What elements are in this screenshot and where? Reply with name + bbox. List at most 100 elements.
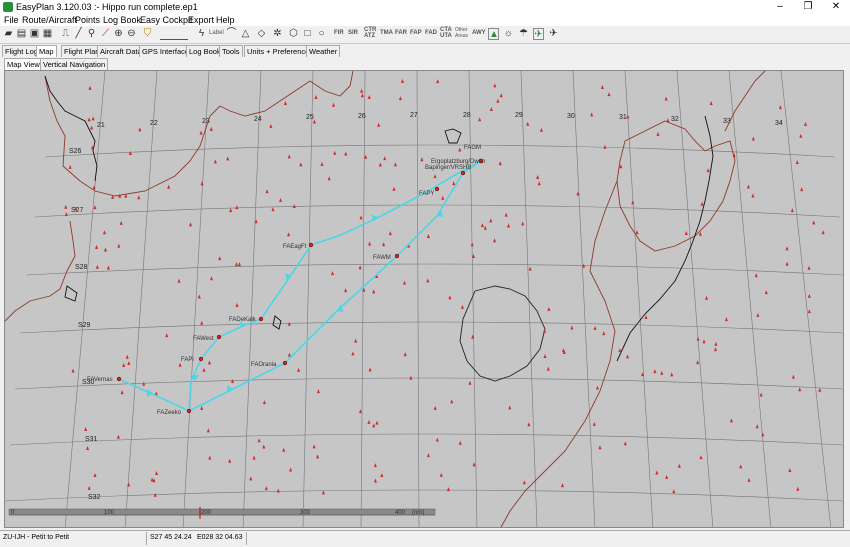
airfield-marker[interactable]: [508, 405, 512, 410]
airfield-marker[interactable]: [375, 420, 379, 425]
route-leg[interactable]: [118, 378, 190, 412]
airfield-marker[interactable]: [755, 424, 759, 429]
airfield-marker[interactable]: [213, 159, 217, 164]
airfield-marker[interactable]: [372, 423, 376, 428]
airfield-marker[interactable]: [165, 333, 169, 338]
airfield-marker[interactable]: [483, 225, 487, 230]
airfield-marker[interactable]: [383, 156, 387, 161]
waypoint-dot[interactable]: [186, 408, 192, 414]
zoom-in-icon[interactable]: ⊕: [113, 28, 124, 40]
airfield-marker[interactable]: [116, 434, 120, 439]
airfield-marker[interactable]: [271, 207, 275, 212]
airfield-marker[interactable]: [199, 130, 203, 135]
airfield-marker[interactable]: [202, 367, 206, 372]
airfield-marker[interactable]: [287, 154, 291, 159]
airfield-marker[interactable]: [644, 314, 648, 319]
airfield-marker[interactable]: [331, 271, 335, 276]
route-leg[interactable]: [188, 160, 482, 412]
airfield-marker[interactable]: [458, 440, 462, 445]
tab-weather[interactable]: Weather: [306, 45, 341, 57]
airfield-marker[interactable]: [804, 121, 808, 126]
airfield-marker[interactable]: [756, 312, 760, 317]
airfield-marker[interactable]: [229, 207, 233, 212]
airfield-marker[interactable]: [95, 264, 99, 269]
airfield-marker[interactable]: [785, 261, 789, 266]
airfield-marker[interactable]: [321, 490, 325, 495]
airfield-marker[interactable]: [607, 92, 611, 97]
airfield-marker[interactable]: [398, 96, 402, 101]
airfield-marker[interactable]: [292, 204, 296, 209]
airfield-marker[interactable]: [764, 290, 768, 295]
airfield-marker[interactable]: [489, 107, 493, 112]
airfield-marker[interactable]: [696, 360, 700, 365]
print-icon[interactable]: ▤: [16, 28, 27, 40]
airfield-marker[interactable]: [226, 156, 230, 161]
airfield-marker[interactable]: [656, 131, 660, 136]
airfield-marker[interactable]: [660, 370, 664, 375]
airfield-marker[interactable]: [393, 162, 397, 167]
airfield-marker[interactable]: [276, 488, 280, 493]
waypoint-dot[interactable]: [308, 242, 314, 248]
airfield-marker[interactable]: [378, 162, 382, 167]
airfield-marker[interactable]: [289, 467, 293, 472]
airfield-marker[interactable]: [218, 256, 222, 261]
airfield-marker[interactable]: [818, 387, 822, 392]
airfield-marker[interactable]: [84, 427, 88, 432]
airfield-marker[interactable]: [128, 151, 132, 156]
airfield-marker[interactable]: [595, 385, 599, 390]
airfield-marker[interactable]: [206, 428, 210, 433]
lightning-icon[interactable]: ϟ: [196, 28, 207, 40]
airfield-marker[interactable]: [539, 127, 543, 132]
profile-icon[interactable]: ⎍: [60, 28, 71, 40]
tab-map-view[interactable]: Map View: [4, 58, 43, 70]
airfield-marker[interactable]: [546, 366, 550, 371]
airfield-marker[interactable]: [200, 405, 204, 410]
airfield-marker[interactable]: [526, 121, 530, 126]
airfield-marker[interactable]: [478, 117, 482, 122]
airfield-marker[interactable]: [536, 174, 540, 179]
diamond-icon[interactable]: ◇: [256, 28, 267, 40]
airfield-marker[interactable]: [527, 422, 531, 427]
airfield-marker[interactable]: [320, 161, 324, 166]
fad-toggle[interactable]: FAD: [425, 30, 437, 36]
fap-toggle[interactable]: FAP: [410, 30, 422, 36]
airfield-marker[interactable]: [287, 232, 291, 237]
zoom-out-icon[interactable]: ⊖: [126, 28, 137, 40]
airfield-marker[interactable]: [751, 136, 755, 141]
airfield-marker[interactable]: [120, 390, 124, 395]
airfield-marker[interactable]: [480, 223, 484, 228]
tab-gps-interface[interactable]: GPS Interface: [139, 45, 193, 57]
waypoint-dot[interactable]: [216, 334, 222, 340]
airfield-marker[interactable]: [209, 276, 213, 281]
menu-file[interactable]: File: [4, 15, 19, 25]
tree-icon[interactable]: ▲: [488, 28, 499, 40]
airfield-marker[interactable]: [791, 374, 795, 379]
airfield-marker[interactable]: [312, 444, 316, 449]
airfield-marker[interactable]: [117, 243, 121, 248]
airfield-marker[interactable]: [86, 446, 90, 451]
airfield-marker[interactable]: [785, 246, 789, 251]
airfield-marker[interactable]: [537, 181, 541, 186]
airfield-marker[interactable]: [316, 389, 320, 394]
airfield-marker[interactable]: [788, 467, 792, 472]
gear-icon[interactable]: ✲: [272, 28, 283, 40]
menu-easy-cockpit[interactable]: Easy Cockpit: [140, 15, 193, 25]
airfield-marker[interactable]: [360, 93, 364, 98]
airfield-marker[interactable]: [754, 273, 758, 278]
sun-icon[interactable]: ☼: [503, 28, 514, 40]
fir-toggle[interactable]: FIR: [334, 30, 344, 36]
label-toggle[interactable]: Label: [209, 30, 224, 36]
save-icon[interactable]: ▣: [29, 28, 40, 40]
airfield-marker[interactable]: [812, 220, 816, 225]
ruler-icon[interactable]: [160, 28, 188, 40]
menu-export[interactable]: Export: [188, 15, 214, 25]
airfield-marker[interactable]: [655, 470, 659, 475]
airfield-marker[interactable]: [714, 347, 718, 352]
maximize-button[interactable]: ❐: [794, 0, 822, 14]
airfield-marker[interactable]: [677, 463, 681, 468]
airfield-marker[interactable]: [653, 369, 657, 374]
airfield-marker[interactable]: [364, 154, 368, 159]
airfield-marker[interactable]: [709, 101, 713, 106]
airfield-marker[interactable]: [799, 133, 803, 138]
airfield-marker[interactable]: [623, 441, 627, 446]
